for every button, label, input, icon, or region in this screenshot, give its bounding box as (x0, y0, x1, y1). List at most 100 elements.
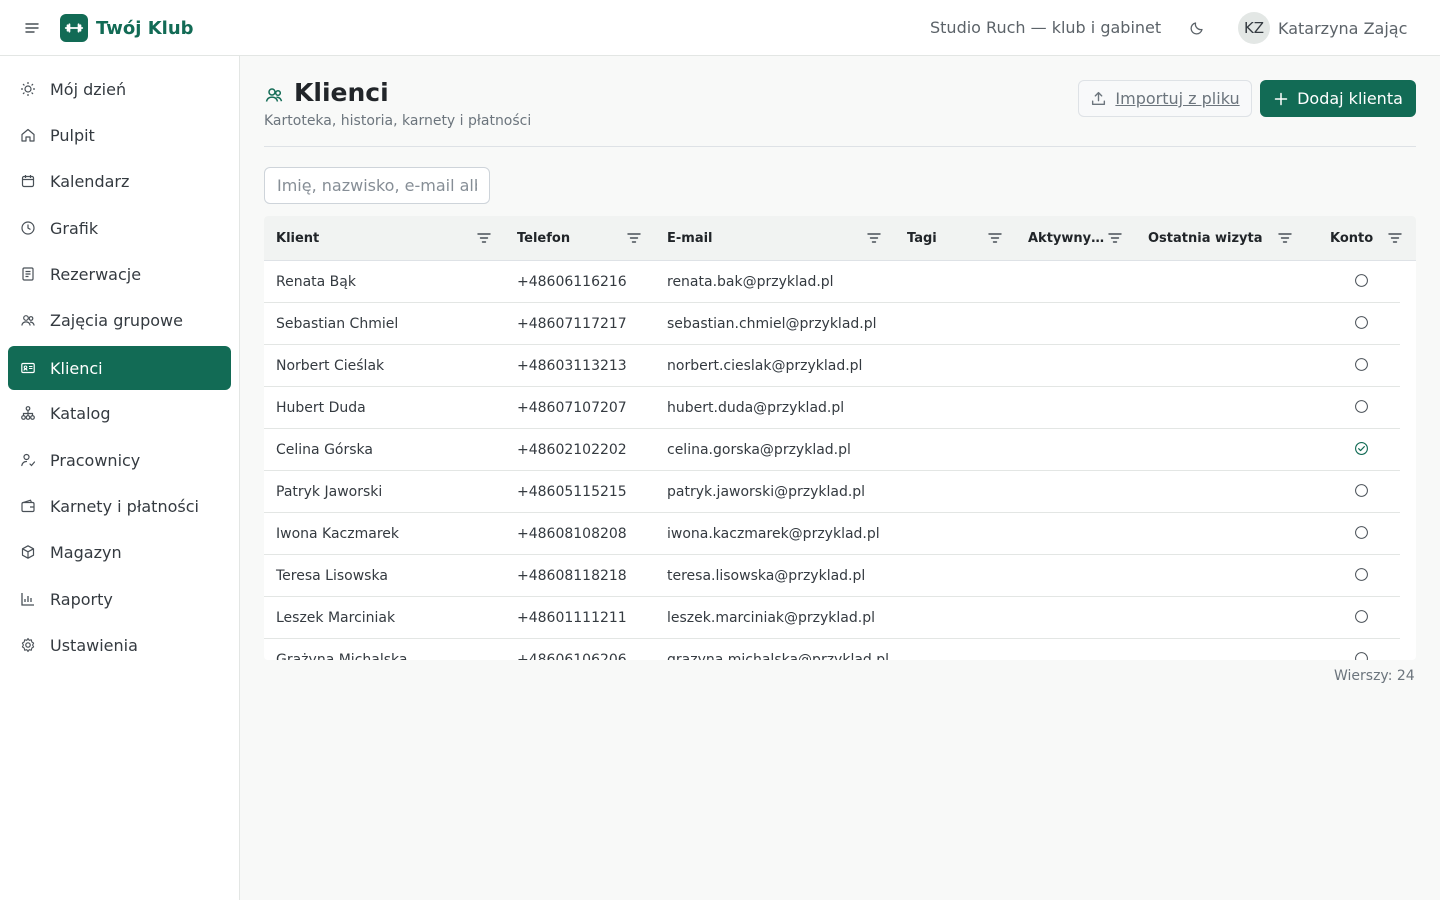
filter-icon[interactable] (1387, 230, 1403, 246)
account-inactive-icon (1354, 609, 1368, 623)
cell-phone: +48601111211 (517, 609, 627, 626)
cell-email: hubert.duda@przyklad.pl (667, 399, 845, 416)
sidebar-item-label: Kalendarz (50, 171, 130, 191)
organization-name[interactable]: Studio Ruch — klub i gabinet (930, 18, 1161, 37)
sidebar-item-label: Magazyn (50, 542, 122, 562)
column-header-ostatnia-wizyta[interactable]: Ostatnia wizyta (1148, 216, 1278, 260)
cell-email: teresa.lisowska@przyklad.pl (667, 567, 866, 584)
account-inactive-icon (1354, 651, 1368, 660)
sidebar-item-pracownicy[interactable]: Pracownicy (8, 438, 231, 482)
sidebar-item-kalendarz[interactable]: Kalendarz (8, 159, 231, 203)
cell-email: norbert.cieslak@przyklad.pl (667, 357, 863, 374)
clients-table: Klient Telefon E-mail Tagi Aktywny karne… (264, 216, 1416, 660)
sidebar-item-moj-dzien[interactable]: Mój dzień (8, 67, 231, 111)
top-bar: Twój Klub Studio Ruch — klub i gabinet K… (0, 0, 1440, 56)
menu-icon[interactable] (24, 20, 40, 36)
sidebar-item-zajecia-grupowe[interactable]: Zajęcia grupowe (8, 298, 231, 342)
table-row[interactable]: Sebastian Chmiel +48607117217 sebastian.ch… (264, 303, 1400, 345)
brand-name: Twój Klub (96, 17, 194, 39)
sidebar-item-rezerwacje[interactable]: Rezerwacje (8, 252, 231, 296)
user-name: Katarzyna Zając (1278, 18, 1408, 38)
add-client-button-label: Dodaj klienta (1297, 89, 1403, 108)
cell-phone: +48603113213 (517, 357, 627, 374)
table-row[interactable]: Grażyna Michalska +48606106206 grazyna.mic… (264, 639, 1400, 660)
filter-icon[interactable] (626, 230, 642, 246)
list-icon (20, 266, 36, 282)
filter-icon[interactable] (1107, 230, 1123, 246)
account-inactive-icon (1354, 273, 1368, 287)
add-client-button[interactable]: Dodaj klienta (1260, 80, 1416, 117)
column-header-tagi[interactable]: Tagi (907, 216, 977, 260)
cell-name: Patryk Jaworski (276, 483, 383, 500)
account-inactive-icon (1354, 315, 1368, 329)
sidebar-item-label: Mój dzień (50, 79, 127, 99)
sidebar-item-label: Karnety i płatności (50, 496, 199, 516)
column-header-konto[interactable]: Konto (1330, 216, 1390, 260)
table-row[interactable]: Celina Górska +48602102202 celina.gorska@p… (264, 429, 1400, 471)
calendar-icon (20, 173, 36, 189)
avatar: KZ (1238, 12, 1270, 44)
wallet-icon (20, 498, 36, 514)
page-title: Klienci (294, 78, 389, 107)
cell-name: Iwona Kaczmarek (276, 525, 399, 542)
table-row[interactable]: Norbert Cieślak +48603113213 norbert.ciesl… (264, 345, 1400, 387)
sidebar-item-karnety[interactable]: Karnety i płatności (8, 484, 231, 528)
group-icon (20, 312, 36, 328)
account-inactive-icon (1354, 567, 1368, 581)
clients-icon (264, 85, 284, 105)
cell-phone: +48608118218 (517, 567, 627, 584)
column-header-email[interactable]: E-mail (667, 216, 847, 260)
sidebar-item-magazyn[interactable]: Magazyn (8, 530, 231, 574)
page-subtitle: Kartoteka, historia, karnety i płatności (264, 113, 532, 129)
account-inactive-icon (1354, 357, 1368, 371)
sidebar: Mój dzień Pulpit Kalendarz Grafik Rezerw… (0, 56, 240, 900)
table-row[interactable]: Leszek Marciniak +48601111211 leszek.marci… (264, 597, 1400, 639)
sidebar-item-label: Zajęcia grupowe (50, 310, 183, 330)
box-icon (20, 544, 36, 560)
filter-icon[interactable] (476, 230, 492, 246)
account-inactive-icon (1354, 525, 1368, 539)
cell-name: Sebastian Chmiel (276, 315, 399, 332)
cell-phone: +48608108208 (517, 525, 627, 542)
row-count: Wierszy: 24 (1334, 668, 1415, 684)
cell-email: sebastian.chmiel@przyklad.pl (667, 315, 877, 332)
dumbbell-icon (60, 14, 88, 42)
sitemap-icon (20, 405, 36, 421)
cell-phone: +48605115215 (517, 483, 627, 500)
cell-name: Teresa Lisowska (276, 567, 388, 584)
moon-icon[interactable] (1189, 20, 1205, 36)
divider (264, 146, 1416, 147)
brand[interactable]: Twój Klub (60, 14, 194, 42)
table-header: Klient Telefon E-mail Tagi Aktywny karne… (264, 216, 1416, 261)
sidebar-item-grafik[interactable]: Grafik (8, 206, 231, 250)
table-row[interactable]: Patryk Jaworski +48605115215 patryk.jawors… (264, 471, 1400, 513)
sidebar-item-raporty[interactable]: Raporty (8, 577, 231, 621)
account-inactive-icon (1354, 483, 1368, 497)
search-input[interactable] (264, 167, 490, 204)
filter-icon[interactable] (866, 230, 882, 246)
user-menu[interactable]: KZ Katarzyna Zając (1238, 12, 1407, 44)
cell-name: Grażyna Michalska (276, 651, 408, 661)
table-row[interactable]: Iwona Kaczmarek +48608108208 iwona.kaczmar… (264, 513, 1400, 555)
sidebar-item-label: Pulpit (50, 125, 95, 145)
account-inactive-icon (1354, 399, 1368, 413)
column-header-telefon[interactable]: Telefon (517, 216, 617, 260)
filter-icon[interactable] (987, 230, 1003, 246)
plus-icon (1273, 91, 1289, 107)
cell-phone: +48602102202 (517, 441, 627, 458)
sidebar-item-katalog[interactable]: Katalog (8, 391, 231, 435)
filter-icon[interactable] (1277, 230, 1293, 246)
sidebar-item-klienci[interactable]: Klienci (8, 346, 231, 390)
table-row[interactable]: Renata Bąk +48606116216 renata.bak@przykla… (264, 261, 1400, 303)
cell-name: Norbert Cieślak (276, 357, 385, 374)
cell-phone: +48607117217 (517, 315, 627, 332)
import-button[interactable]: Importuj z pliku (1078, 80, 1252, 117)
sidebar-item-pulpit[interactable]: Pulpit (8, 113, 231, 157)
column-header-aktywny-karnet[interactable]: Aktywny karnet (1028, 216, 1106, 260)
column-header-klient[interactable]: Klient (276, 216, 466, 260)
sidebar-item-ustawienia[interactable]: Ustawienia (8, 623, 231, 667)
cell-email: iwona.kaczmarek@przyklad.pl (667, 525, 880, 542)
table-row[interactable]: Teresa Lisowska +48608118218 teresa.lisows… (264, 555, 1400, 597)
table-row[interactable]: Hubert Duda +48607107207 hubert.duda@przyk… (264, 387, 1400, 429)
staff-icon (20, 452, 36, 468)
